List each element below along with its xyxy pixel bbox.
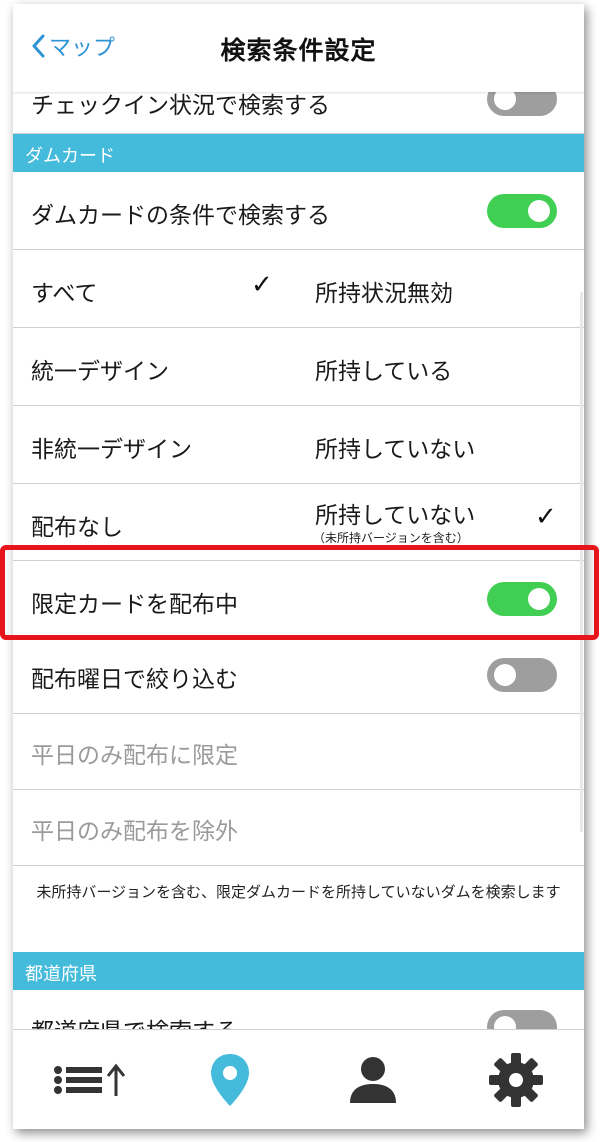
navigation-bar: マップ 検索条件設定 <box>13 4 584 92</box>
list-sort-icon <box>54 1063 126 1096</box>
checkin-toggle[interactable] <box>487 92 557 116</box>
page-title: 検索条件設定 <box>220 36 377 65</box>
checkmark-icon: ✓ <box>535 502 557 532</box>
possession-option-not-owned[interactable]: 所持していない <box>315 430 475 464</box>
description-note: 未所持バージョンを含む、限定ダムカードを所持していないダムを検索します <box>36 883 561 901</box>
section-title: ダムカード <box>25 146 115 167</box>
toggle-knob <box>494 1016 516 1029</box>
tab-map[interactable] <box>190 1052 270 1108</box>
section-header-dam-card: ダムカード <box>13 134 584 172</box>
tab-profile[interactable] <box>333 1052 413 1108</box>
weekday-exclude-row[interactable]: 平日のみ配布を除外 <box>13 790 584 866</box>
gear-icon <box>489 1053 543 1107</box>
option-row: すべて ✓ 所持状況無効 <box>13 250 584 328</box>
design-option-unified[interactable]: 統一デザイン <box>31 352 169 386</box>
dam-card-toggle[interactable] <box>487 194 557 228</box>
weekday-filter-toggle[interactable] <box>487 658 557 692</box>
checkin-label: チェックイン状況で検索する <box>31 93 330 119</box>
checkin-row[interactable]: チェックイン状況で検索する <box>13 92 584 134</box>
tab-bar <box>13 1029 584 1129</box>
highlight-frame <box>0 545 599 640</box>
prefecture-search-label: 都道府県で検索する <box>31 1012 238 1029</box>
design-option-none[interactable]: 配布なし <box>31 508 123 542</box>
option-row: 非統一デザイン 所持していない <box>13 406 584 484</box>
toggle-knob <box>528 200 550 222</box>
weekday-exclude-label: 平日のみ配布を除外 <box>31 819 238 845</box>
section-header-prefecture: 都道府県 <box>13 952 584 990</box>
toggle-knob <box>494 664 516 686</box>
prefecture-search-row[interactable]: 都道府県で検索する <box>13 990 584 1029</box>
tab-settings[interactable] <box>476 1052 556 1108</box>
weekday-filter-row[interactable]: 配布曜日で絞り込む <box>13 638 584 714</box>
possession-option-owned[interactable]: 所持している <box>315 352 452 386</box>
toggle-knob <box>494 92 516 110</box>
design-option-all[interactable]: すべて <box>31 274 97 308</box>
tab-list[interactable] <box>51 1052 131 1108</box>
person-icon <box>350 1057 396 1103</box>
map-pin-icon <box>211 1054 249 1106</box>
weekday-only-label: 平日のみ配布に限定 <box>31 743 238 769</box>
dam-card-search-label: ダムカードの条件で検索する <box>31 203 330 229</box>
possession-sub-label: （未所持バージョンを含む） <box>313 531 469 545</box>
prefecture-toggle[interactable] <box>487 1010 557 1029</box>
weekday-only-row[interactable]: 平日のみ配布に限定 <box>13 714 584 790</box>
design-option-non-unified[interactable]: 非統一デザイン <box>31 430 192 464</box>
option-row: 統一デザイン 所持している <box>13 328 584 406</box>
possession-option-not-owned-incl[interactable]: 所持していない <box>315 496 475 530</box>
possession-option-disabled[interactable]: 所持状況無効 <box>315 274 453 308</box>
checkmark-icon: ✓ <box>251 270 273 300</box>
section-title: 都道府県 <box>25 964 97 985</box>
dam-card-search-row[interactable]: ダムカードの条件で検索する <box>13 172 584 250</box>
weekday-filter-label: 配布曜日で絞り込む <box>31 667 238 693</box>
